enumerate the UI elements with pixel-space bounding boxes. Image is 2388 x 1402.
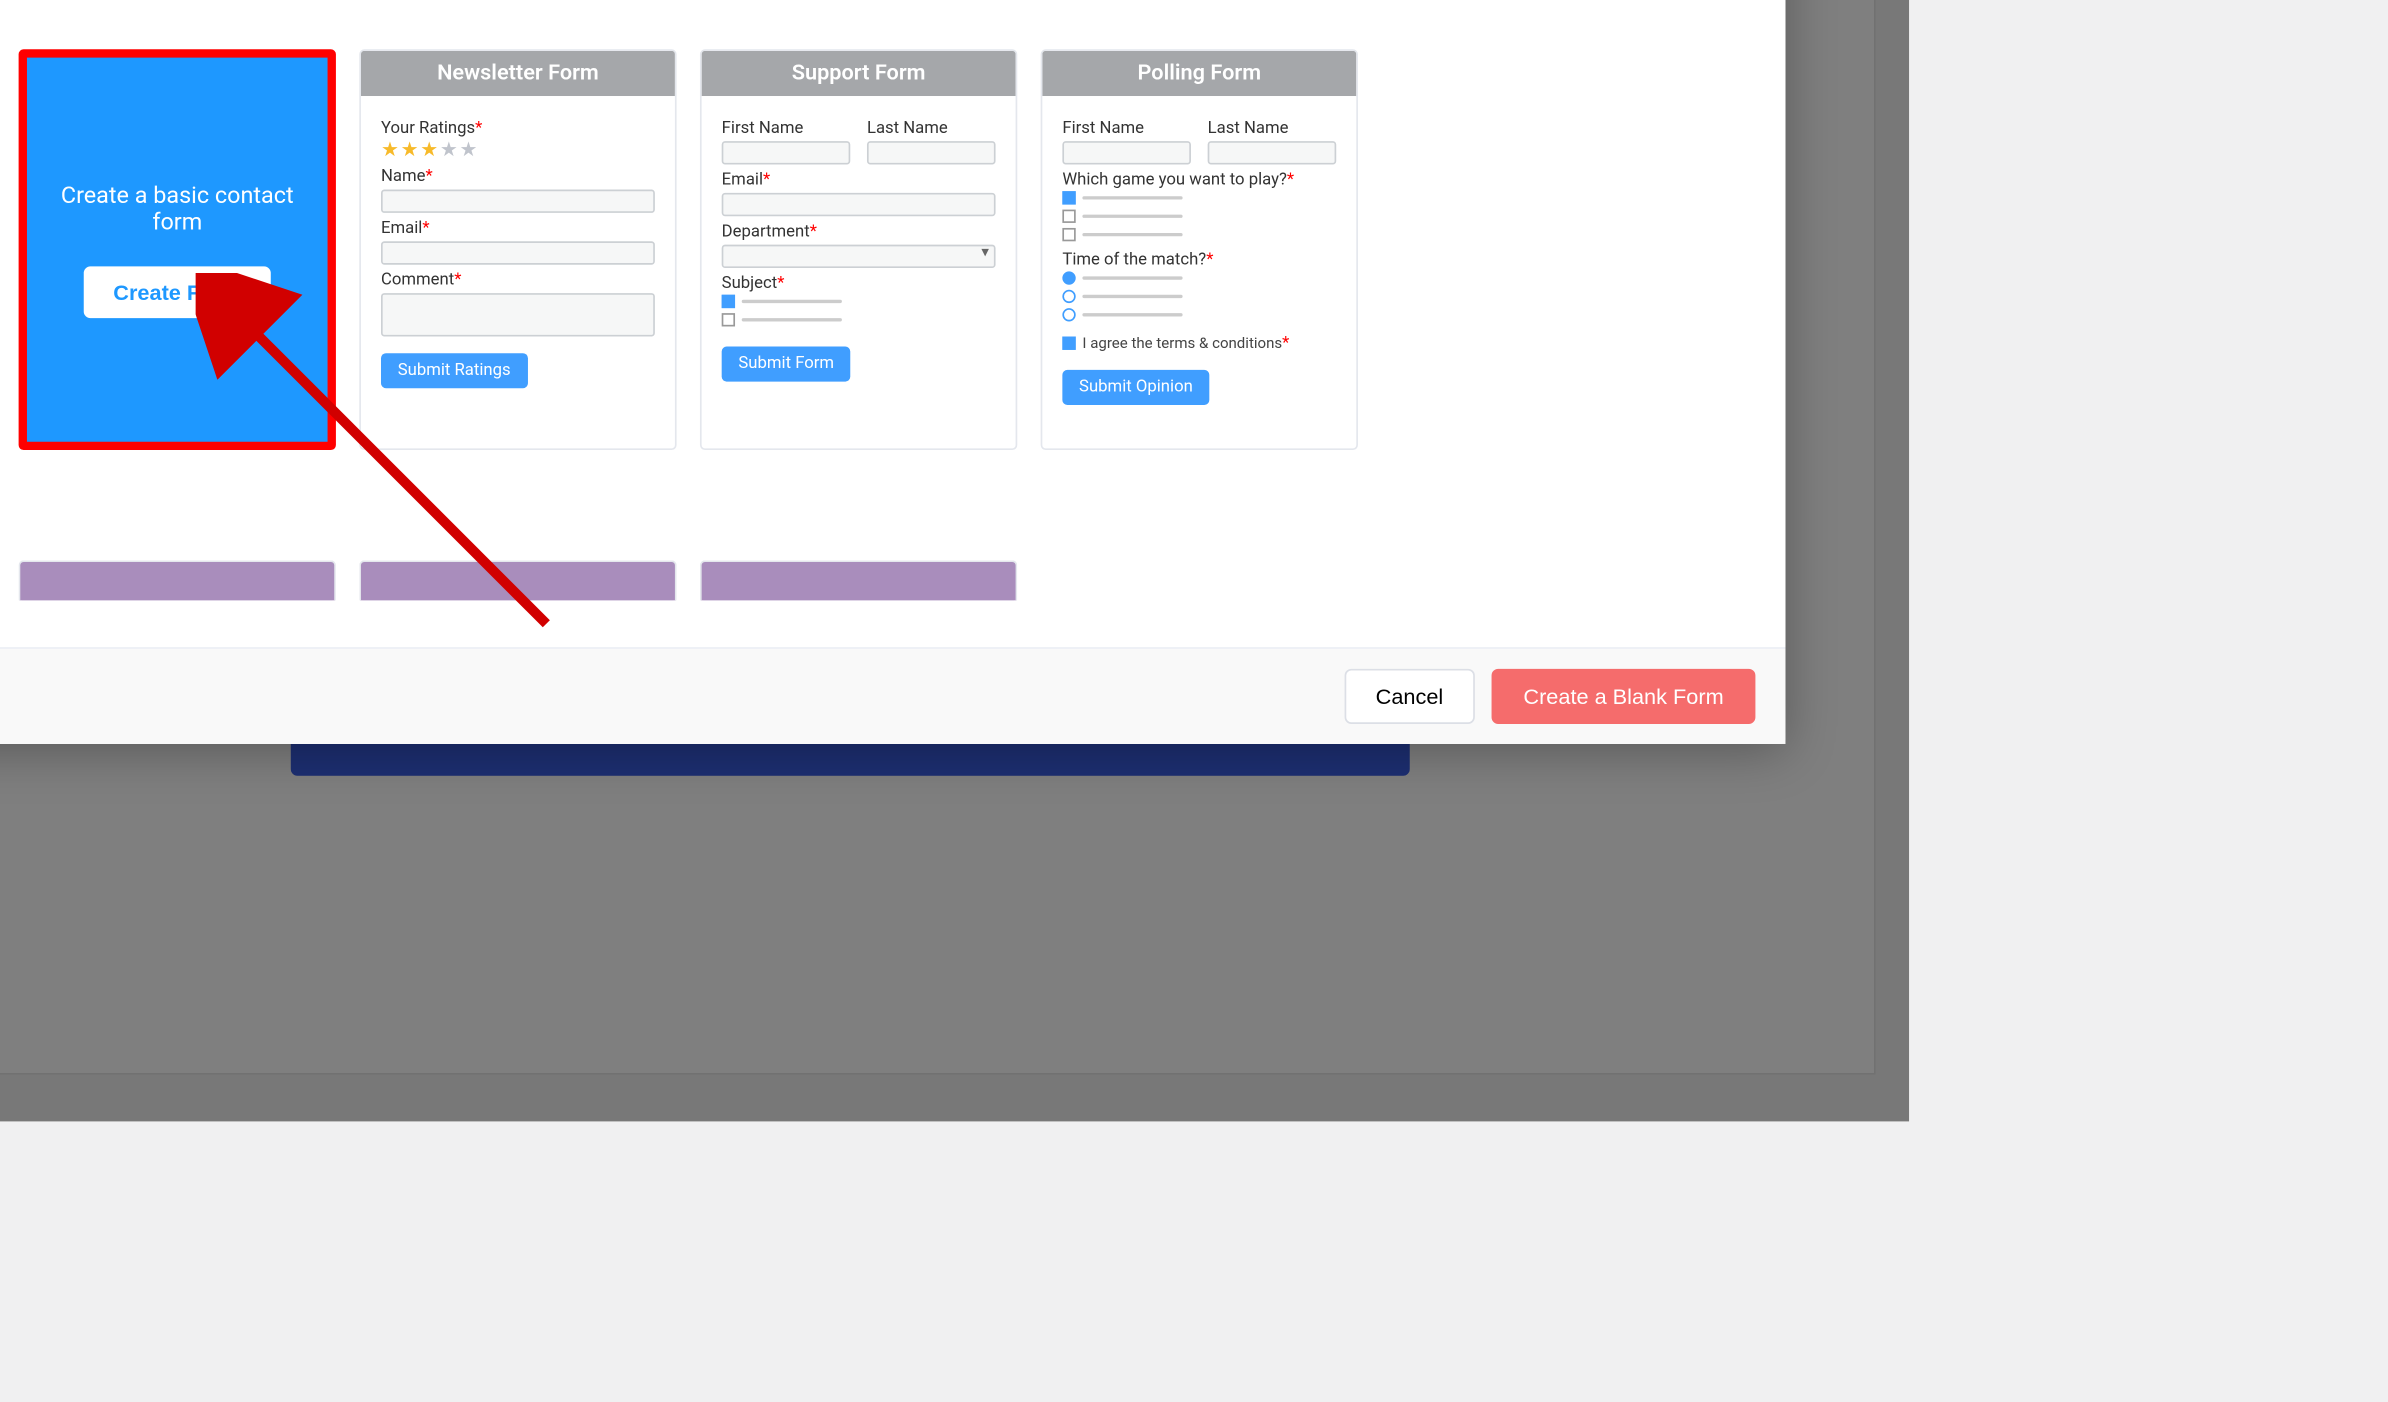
stars-icon: ★★★★★ [381,138,655,161]
template-head: Polling Form [1042,51,1356,96]
contact-text: Create a basic contact form [27,182,328,235]
preview-submit: Submit Opinion [1062,370,1209,405]
radio-icon [1062,272,1075,285]
modal-body: Category All Category Basic Blank Form [0,0,1785,647]
radio-icon [1062,290,1075,303]
modal-footer: Cancel Create a Blank Form [0,647,1785,744]
checkbox-icon [722,314,735,327]
polling-preview: First Name Last Name Which game you want… [1042,96,1356,448]
checkbox-icon [1062,210,1075,223]
template-head: Newsletter Form [361,51,675,96]
template-product-3[interactable] [359,560,676,600]
checkbox-icon [1062,337,1075,350]
section-product-title: Product [0,497,1752,537]
template-modal: Choose a pre-made form template or creat… [0,0,1785,744]
template-product-2[interactable] [19,560,336,600]
preview-submit: Submit Form [722,347,851,382]
product-templates [0,560,1752,600]
template-support[interactable]: Support Form First Name Last Name Email*… [700,49,1017,450]
preview-submit: Submit Ratings [381,353,527,388]
create-blank-button[interactable]: Create a Blank Form [1492,669,1756,724]
checkbox-icon [1062,192,1075,205]
create-form-button[interactable]: Create Form [83,266,271,318]
checkbox-icon [1062,229,1075,242]
template-head: Support Form [702,51,1016,96]
template-contact[interactable]: Create a basic contact form Create Form [19,49,336,450]
cancel-button[interactable]: Cancel [1344,669,1475,724]
modal-scroll[interactable]: Basic Blank Form New Blank Form Create a [0,0,1785,644]
basic-templates: Blank Form New Blank Form Create a basic… [0,49,1752,450]
radio-icon [1062,309,1075,322]
checkbox-icon [722,295,735,308]
section-basic-title: Basic [0,0,1752,26]
template-polling[interactable]: Polling Form First Name Last Name Which … [1041,49,1358,450]
template-newsletter[interactable]: Newsletter Form Your Ratings* ★★★★★ Name… [359,49,676,450]
template-product-4[interactable] [700,560,1017,600]
support-preview: First Name Last Name Email* Department* … [702,96,1016,448]
newsletter-preview: Your Ratings* ★★★★★ Name* Email* Comment… [361,96,675,448]
